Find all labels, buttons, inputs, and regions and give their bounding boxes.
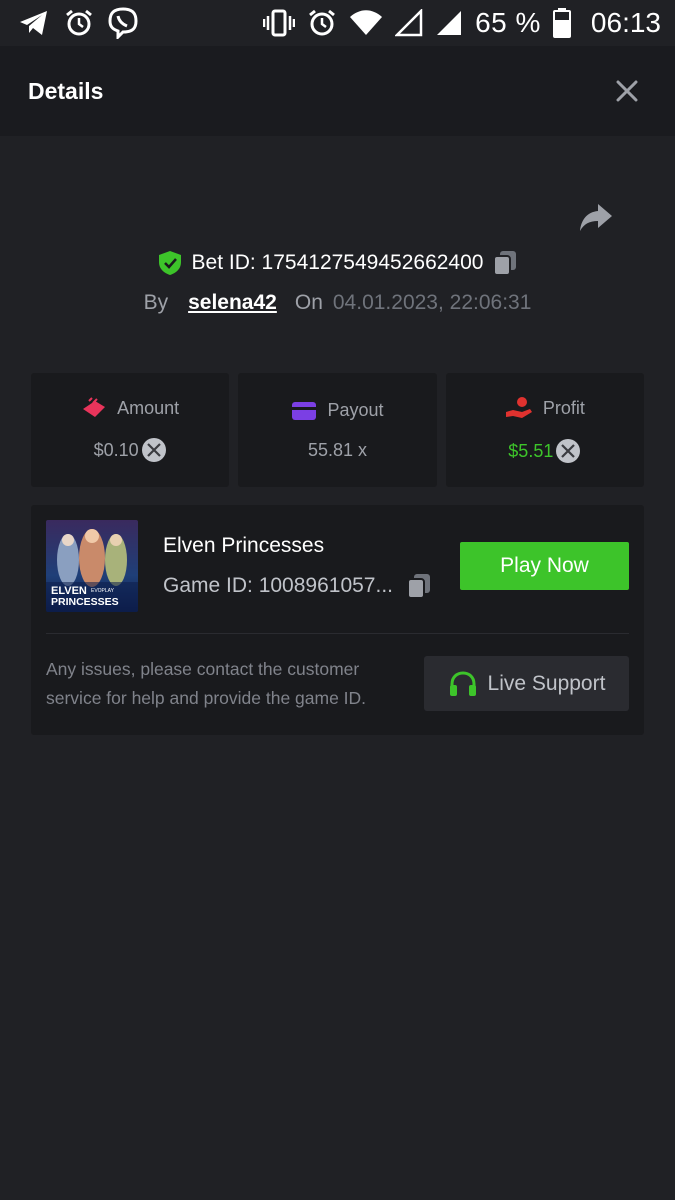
copy-icon[interactable]: [493, 250, 517, 276]
stat-value: $0.10: [93, 439, 139, 460]
battery-percent: 65 %: [475, 7, 541, 38]
stat-label: Payout: [327, 400, 384, 420]
headset-icon: [449, 670, 476, 696]
telegram-icon: [20, 11, 47, 35]
close-button[interactable]: [607, 71, 647, 111]
thumb-title-line2: PRINCESSES: [51, 596, 119, 608]
stat-label: Profit: [542, 397, 585, 418]
username-link[interactable]: selena42: [188, 291, 277, 315]
thumb-brand: EVOPLAY: [91, 588, 115, 594]
support-hint-text: Any issues, please contact the customer …: [46, 659, 367, 708]
stat-value: 55.81 x: [307, 439, 368, 460]
game-id-row: Game ID: 1008961057...: [163, 573, 431, 599]
share-button[interactable]: [578, 200, 614, 234]
close-icon: [616, 80, 638, 102]
copy-icon[interactable]: [407, 573, 431, 599]
divider: [46, 633, 629, 634]
vibrate-icon: [263, 9, 296, 37]
bet-stats: Amount $0.10 Payout 55.81 x Profit $5.51: [31, 373, 644, 487]
game-name: Elven Princesses: [163, 534, 325, 557]
page-title: Details: [28, 77, 104, 104]
wifi-icon: [350, 10, 383, 35]
stat-card-payout: Payout 55.81 x: [238, 373, 437, 487]
signal-icon: [437, 11, 462, 35]
by-label: By: [143, 291, 169, 314]
play-now-button[interactable]: Play Now: [460, 542, 629, 590]
on-label: On: [294, 291, 323, 314]
stat-card-profit: Profit $5.51: [445, 373, 644, 487]
alarm-icon: [66, 9, 92, 36]
clock: 06:13: [590, 7, 661, 38]
stat-value: $5.51: [508, 440, 554, 461]
game-thumbnail[interactable]: ELVEN EVOPLAY PRINCESSES: [46, 520, 138, 612]
game-card: ELVEN EVOPLAY PRINCESSES Elven Princesse…: [31, 505, 644, 735]
live-support-button[interactable]: Live Support: [424, 656, 629, 711]
live-support-label: Live Support: [487, 671, 606, 695]
alarm-icon: [309, 9, 336, 36]
game-id: Game ID: 1008961057...: [163, 574, 393, 597]
details-header: Details: [0, 46, 675, 136]
signal-icon: [395, 9, 423, 37]
bet-id: Bet ID: 1754127549452662400: [191, 251, 484, 274]
bet-meta-row: By selena42 On 04.01.2023, 22:06:31: [0, 286, 675, 320]
status-bar: 65 % 06:13: [0, 0, 675, 46]
xrp-coin-icon: [141, 438, 166, 462]
share-icon: [580, 204, 612, 231]
amount-icon: [83, 397, 106, 417]
verified-shield-icon: [158, 251, 181, 275]
game-thumbnail-art: ELVEN EVOPLAY PRINCESSES: [46, 520, 138, 612]
xrp-coin-icon: [556, 439, 581, 463]
bet-date: 04.01.2023, 22:06:31: [332, 291, 532, 314]
stat-label: Amount: [117, 397, 180, 418]
viber-icon: [108, 7, 138, 39]
profit-icon: [505, 397, 532, 418]
bet-id-row: Bet ID: 1754127549452662400: [0, 246, 675, 280]
stat-card-amount: Amount $0.10: [31, 373, 230, 487]
payout-icon: [292, 401, 317, 420]
battery-icon: [552, 8, 571, 38]
